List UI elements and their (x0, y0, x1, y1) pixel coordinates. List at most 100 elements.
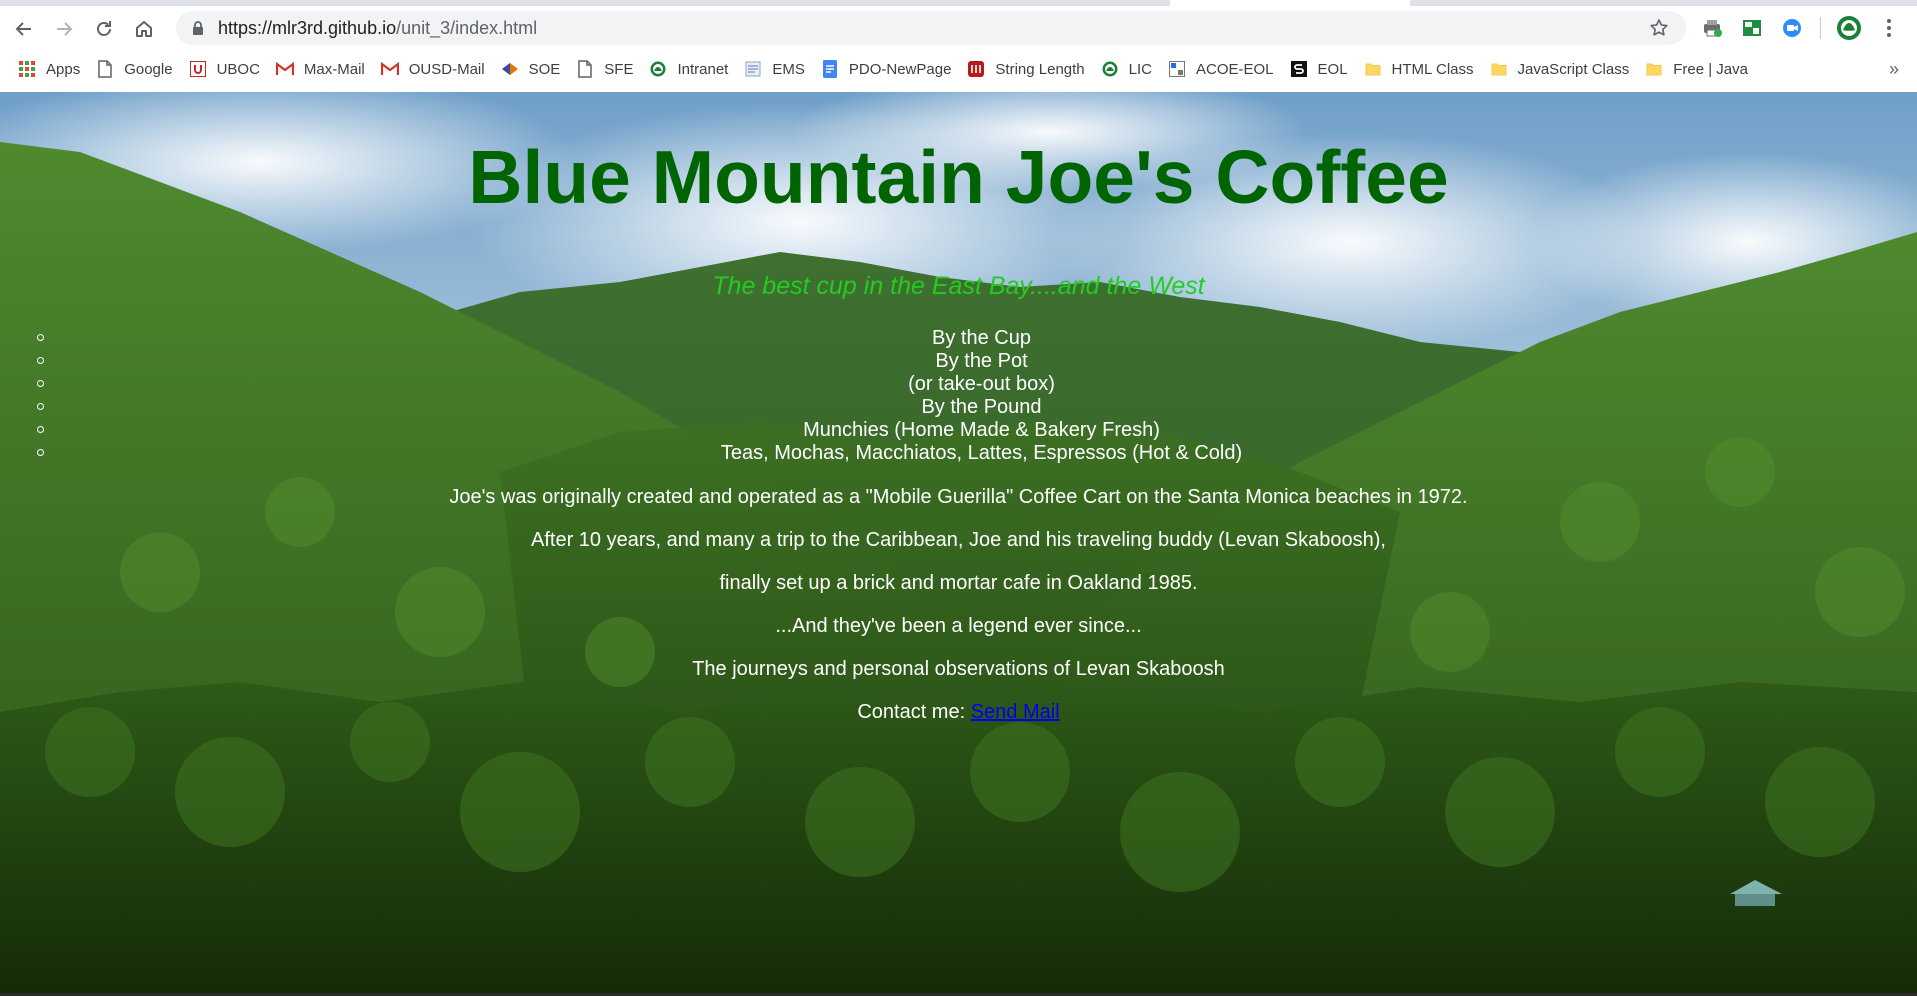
bookmark-acoe-eol[interactable]: ACOE-EOL (1162, 55, 1282, 83)
url-text[interactable]: https://mlr3rd.github.io/unit_3/index.ht… (218, 18, 1644, 39)
bookmark-label: JavaScript Class (1517, 60, 1630, 78)
eol-icon (1290, 60, 1308, 78)
circle-bullet-icon (37, 403, 44, 410)
print-extension-icon[interactable] (1696, 12, 1728, 44)
story-paragraph: Joe's was originally created and operate… (449, 486, 1468, 508)
toolbar-separator (1820, 17, 1821, 39)
bookmark-sfe[interactable]: SFE (570, 55, 641, 83)
bookmark-max-mail[interactable]: Max-Mail (270, 55, 373, 83)
gmail-icon (275, 60, 294, 78)
more-bookmarks-button[interactable]: » (1889, 52, 1899, 86)
acoe-icon (1168, 60, 1186, 78)
soe-icon (501, 60, 519, 78)
list-item: By the Cup (0, 327, 1917, 350)
bookmark-soe[interactable]: SOE (495, 55, 569, 83)
forward-button[interactable] (44, 11, 84, 47)
docs-icon (821, 60, 839, 78)
bookmark-apps[interactable]: Apps (12, 55, 88, 83)
browser-toolbar: https://mlr3rd.github.io/unit_3/index.ht… (0, 6, 1917, 51)
browser-chrome: https://mlr3rd.github.io/unit_3/index.ht… (0, 0, 1917, 92)
contact-label: Contact me: (857, 701, 971, 723)
folder-icon (1364, 60, 1382, 78)
circle-bullet-icon (37, 426, 44, 433)
page-icon (576, 60, 594, 78)
home-button[interactable] (124, 11, 164, 47)
bookmark-label: Apps (46, 60, 81, 78)
circle-bullet-icon (37, 357, 44, 364)
bookmark-label: EMS (772, 60, 805, 78)
list-item-text: By the Pound (921, 396, 1042, 418)
bookmark-label: UBOC (216, 60, 260, 78)
bookmark-label: PDO-NewPage (848, 60, 952, 78)
reload-icon (97, 20, 111, 36)
intranet-icon (649, 60, 667, 78)
bookmark-label: String Length (995, 60, 1085, 78)
intranet-icon (1101, 60, 1119, 78)
list-item: (or take-out box) (0, 373, 1917, 396)
list-item-text: By the Cup (932, 327, 1031, 349)
circle-bullet-icon (37, 449, 44, 456)
list-item: Munchies (Home Made & Bakery Fresh) (0, 419, 1917, 442)
folder-icon (1645, 60, 1663, 78)
page-viewport: Blue Mountain Joe's Coffee The best cup … (0, 92, 1917, 996)
story-paragraph: After 10 years, and many a trip to the C… (531, 529, 1386, 551)
bookmark-eol[interactable]: EOL (1284, 55, 1356, 83)
list-item-text: Munchies (Home Made & Bakery Fresh) (803, 419, 1160, 441)
uboc-icon (189, 60, 207, 78)
bookmark-label: SFE (604, 60, 634, 78)
browser-menu-icon[interactable] (1873, 12, 1905, 44)
profile-avatar-icon[interactable] (1833, 12, 1865, 44)
bookmark-lic[interactable]: LIC (1095, 55, 1160, 83)
bookmark-star-icon[interactable] (1644, 13, 1674, 43)
bookmark-label: Intranet (677, 60, 729, 78)
bookmark-string-length[interactable]: String Length (961, 55, 1092, 83)
story-paragraph: ...And they've been a legend ever since.… (775, 615, 1142, 637)
gmail-icon (380, 60, 399, 78)
bookmark-label: Free | Java (1673, 60, 1748, 78)
url-host: https://mlr3rd.github.io (218, 17, 397, 38)
send-mail-link[interactable]: Send Mail (971, 701, 1060, 723)
circle-bullet-icon (37, 334, 44, 341)
list-item: By the Pound (0, 396, 1917, 419)
bookmark-intranet[interactable]: Intranet (643, 55, 736, 83)
back-arrow-icon (15, 21, 31, 36)
bookmark-label: EOL (1317, 60, 1348, 78)
bookmark-label: Max-Mail (303, 60, 365, 78)
page-title: Blue Mountain Joe's Coffee (468, 135, 1449, 219)
bookmarks-bar: Apps Google UBOC Max-Mail OUSD-Mail SOE SFE Int… (0, 52, 1917, 86)
url-path: /unit_3/index.html (396, 17, 538, 38)
extensions-area (1696, 11, 1905, 45)
string-length-icon (967, 60, 985, 78)
list-item: Teas, Mochas, Macchiatos, Lattes, Espres… (0, 442, 1917, 465)
story-paragraph: finally set up a brick and mortar cafe i… (719, 572, 1198, 594)
list-item-text: By the Pot (935, 350, 1028, 372)
bookmark-label: LIC (1128, 60, 1152, 78)
bookmark-javascript-class[interactable]: JavaScript Class (1484, 55, 1638, 83)
bookmark-label: HTML Class (1391, 60, 1474, 78)
circle-bullet-icon (37, 380, 44, 387)
back-button[interactable] (4, 11, 44, 47)
bookmark-uboc[interactable]: UBOC (183, 55, 268, 83)
reload-button[interactable] (84, 11, 124, 47)
bookmark-html-class[interactable]: HTML Class (1358, 55, 1482, 83)
bookmark-google[interactable]: Google (90, 55, 180, 83)
bookmark-ousd-mail[interactable]: OUSD-Mail (375, 55, 493, 83)
list-item: By the Pot (0, 350, 1917, 373)
apps-grid-icon (18, 60, 36, 78)
list-item-text: Teas, Mochas, Macchiatos, Lattes, Espres… (720, 442, 1243, 464)
bookmark-free-java[interactable]: Free | Java (1639, 55, 1756, 83)
bookmark-label: Google (124, 60, 173, 78)
story-paragraph: The journeys and personal observations o… (692, 658, 1225, 680)
address-bar[interactable]: https://mlr3rd.github.io/unit_3/index.ht… (176, 11, 1686, 45)
zoom-extension-icon[interactable] (1776, 12, 1808, 44)
bookmark-ems[interactable]: EMS (738, 55, 813, 83)
screen-extension-icon[interactable] (1736, 12, 1768, 44)
bookmark-label: SOE (528, 60, 561, 78)
forward-arrow-icon (57, 21, 73, 36)
bookmark-pdo-newpage[interactable]: PDO-NewPage (815, 55, 960, 83)
page-icon (96, 60, 114, 78)
tagline: The best cup in the East Bay....and the … (712, 272, 1205, 300)
ems-icon (744, 60, 762, 78)
offerings-list: By the Cup By the Pot (or take-out box) … (0, 327, 1917, 465)
bookmark-label: ACOE-EOL (1196, 60, 1274, 78)
